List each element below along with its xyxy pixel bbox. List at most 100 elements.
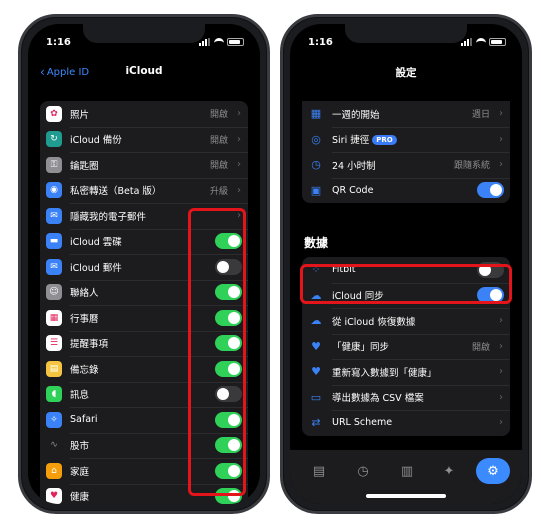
notes-icon: ▤ bbox=[46, 360, 62, 377]
toggle-switch[interactable] bbox=[215, 284, 242, 301]
battery-icon bbox=[489, 38, 506, 46]
settings-row[interactable]: ♥ 「健康」同步 開啟 › bbox=[302, 333, 510, 360]
row-label: iCloud 備份 bbox=[70, 135, 122, 147]
row-label: QR Code bbox=[332, 184, 374, 196]
settings-row[interactable]: ♥ 重新寫入數據到「健康」 › bbox=[302, 359, 510, 385]
row-label: 從 iCloud 恢復數據 bbox=[332, 316, 416, 328]
reminders-icon: ☰ bbox=[46, 335, 62, 352]
row-value: 週日 bbox=[471, 110, 490, 121]
wifi-icon bbox=[476, 38, 486, 46]
row-label: 重新寫入數據到「健康」 bbox=[332, 367, 437, 379]
settings-row[interactable]: ⌂ 家庭 bbox=[40, 458, 248, 484]
settings-row[interactable]: ◎ Siri 捷徑 PRO › bbox=[302, 126, 510, 153]
chevron-right-icon: › bbox=[237, 184, 241, 196]
settings-row[interactable]: ◖ 訊息 bbox=[40, 381, 248, 408]
toggle-switch[interactable] bbox=[477, 261, 504, 278]
toggle-switch[interactable] bbox=[215, 462, 242, 479]
settings-row[interactable]: ☁ iCloud 同步 bbox=[302, 282, 510, 309]
toggle-switch[interactable] bbox=[477, 287, 504, 304]
row-label: Fitbit bbox=[332, 264, 356, 276]
settings-row[interactable]: ✉ 隱藏我的電子郵件 › bbox=[40, 203, 248, 229]
toggle-switch[interactable] bbox=[215, 488, 242, 504]
folder-icon: ▬ bbox=[46, 233, 62, 250]
csv-icon: ▭ bbox=[310, 390, 322, 404]
url-scheme-icon: ⇄ bbox=[311, 416, 321, 430]
section-title-data: 數據 bbox=[304, 236, 329, 250]
settings-row[interactable]: ▦ 行事曆 bbox=[40, 305, 248, 331]
settings-row[interactable]: ✿ 照片 開啟 › bbox=[40, 101, 248, 127]
settings-row[interactable]: ▣ QR Code bbox=[302, 177, 510, 204]
toggle-switch[interactable] bbox=[215, 335, 242, 352]
settings-row[interactable]: ▤ 備忘錄 bbox=[40, 356, 248, 382]
row-label: 照片 bbox=[70, 109, 90, 121]
siri-shortcut-icon: ◎ bbox=[311, 132, 321, 146]
trash-tab-icon[interactable]: ▥ bbox=[396, 460, 418, 482]
settings-row[interactable]: ☺ 聯絡人 bbox=[40, 279, 248, 306]
toggle-switch[interactable] bbox=[215, 386, 242, 403]
row-label: 隱藏我的電子郵件 bbox=[70, 211, 147, 223]
settings-row[interactable]: ✧ Safari bbox=[40, 407, 248, 433]
home-icon: ⌂ bbox=[46, 462, 62, 479]
toggle-switch[interactable] bbox=[215, 258, 242, 275]
toggle-switch[interactable] bbox=[215, 233, 242, 250]
row-label: 家庭 bbox=[70, 466, 90, 478]
row-label: 聯絡人 bbox=[70, 288, 99, 300]
settings-row[interactable]: ∿ 股市 bbox=[40, 432, 248, 459]
safari-icon: ✧ bbox=[46, 411, 62, 428]
phone-frame-right: 1:16 設定 ▦ 一週的開始 週日 › ◎ Siri 捷徑 PRO › ◷ 24 小时制 跟隨系統… bbox=[280, 14, 532, 514]
status-bar: 1:16 bbox=[46, 37, 244, 51]
row-value: 開啟 bbox=[209, 110, 228, 121]
row-label: Siri 捷徑 PRO bbox=[332, 132, 490, 146]
toggle-switch[interactable] bbox=[215, 360, 242, 377]
pro-badge: PRO bbox=[372, 135, 397, 146]
row-label: 股市 bbox=[70, 441, 90, 453]
row-label: iCloud 同步 bbox=[332, 291, 384, 303]
gear-tab-icon[interactable]: ⚙ bbox=[476, 458, 510, 484]
row-label: 行事曆 bbox=[70, 313, 99, 325]
chevron-right-icon: › bbox=[499, 391, 503, 403]
clock-24-icon: ◷ bbox=[311, 158, 321, 172]
row-label: iCloud 郵件 bbox=[70, 262, 122, 274]
settings-row[interactable]: ⇄ URL Scheme › bbox=[302, 410, 510, 436]
settings-row[interactable]: ▦ 一週的開始 週日 › bbox=[302, 101, 510, 127]
toggle-switch[interactable] bbox=[477, 182, 504, 199]
settings-row[interactable]: ⁘ Fitbit bbox=[302, 257, 510, 283]
settings-row[interactable]: ☁ 從 iCloud 恢復數據 › bbox=[302, 308, 510, 334]
settings-row[interactable]: ▬ iCloud 雲碟 bbox=[40, 228, 248, 255]
signal-icon bbox=[199, 38, 211, 46]
row-label: 鑰匙圈 bbox=[70, 160, 99, 172]
clipboard-tab-icon[interactable]: ▤ bbox=[308, 460, 330, 482]
settings-row[interactable]: ◉ 私密轉送（Beta 版） 升級 › bbox=[40, 177, 248, 204]
private-relay-icon: ◉ bbox=[46, 182, 62, 199]
messages-icon: ◖ bbox=[46, 386, 62, 403]
row-label: Safari bbox=[70, 414, 98, 426]
settings-row[interactable]: ◷ 24 小时制 跟隨系統 › bbox=[302, 152, 510, 178]
settings-row[interactable]: ▭ 導出數據為 CSV 檔案 › bbox=[302, 384, 510, 411]
settings-row[interactable]: ✉ iCloud 郵件 bbox=[40, 254, 248, 280]
status-bar: 1:16 bbox=[308, 37, 506, 51]
settings-row[interactable]: ♥ 健康 bbox=[40, 483, 248, 504]
cloud-restore-icon: ☁ bbox=[310, 314, 322, 328]
settings-screen: 1:16 設定 ▦ 一週的開始 週日 › ◎ Siri 捷徑 PRO › ◷ 24 小时制 跟隨系統… bbox=[290, 24, 522, 504]
settings-row[interactable]: ⚿ 鑰匙圈 開啟 › bbox=[40, 152, 248, 178]
hide-email-icon: ✉ bbox=[46, 207, 62, 224]
row-value: 開啟 bbox=[209, 161, 228, 172]
phone-frame-left: 1:16 ‹ Apple ID iCloud ✿ 照片 開啟 › ↻ iCloud 備份開… bbox=[18, 14, 270, 514]
row-value: 升級 bbox=[209, 186, 228, 197]
chevron-right-icon: › bbox=[499, 340, 503, 352]
navigation-bar: ‹ Apple ID iCloud bbox=[28, 62, 260, 86]
row-value: 跟隨系統 bbox=[453, 161, 490, 172]
home-indicator bbox=[366, 494, 446, 498]
page-title: iCloud bbox=[125, 65, 163, 77]
figure-tab-icon[interactable]: ✦ bbox=[438, 460, 460, 482]
fitbit-icon: ⁘ bbox=[311, 263, 321, 277]
toggle-switch[interactable] bbox=[215, 411, 242, 428]
row-label: 導出數據為 CSV 檔案 bbox=[332, 393, 424, 405]
chevron-right-icon: › bbox=[237, 133, 241, 145]
toggle-switch[interactable] bbox=[215, 309, 242, 326]
row-label: URL Scheme bbox=[332, 417, 393, 429]
toggle-switch[interactable] bbox=[215, 437, 242, 454]
settings-row[interactable]: ☰ 提醒事項 bbox=[40, 330, 248, 357]
settings-row[interactable]: ↻ iCloud 備份 開啟 › bbox=[40, 126, 248, 153]
clock-tab-icon[interactable]: ◷ bbox=[352, 460, 374, 482]
